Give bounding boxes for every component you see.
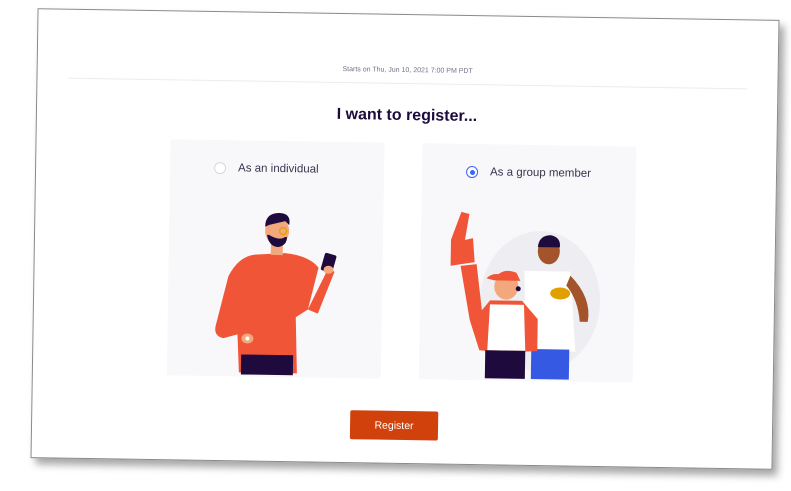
- registration-card: Starts on Thu, Jun 10, 2021 7:00 PM PDT …: [30, 8, 780, 470]
- divider: [67, 77, 748, 90]
- option-individual[interactable]: As an individual: [166, 139, 385, 379]
- radio-checked-icon[interactable]: [465, 165, 479, 179]
- option-individual-label: As an individual: [237, 162, 319, 176]
- option-group-label: As a group member: [489, 166, 592, 180]
- page-heading: I want to register...: [336, 105, 478, 126]
- group-illustration: [450, 211, 601, 380]
- option-individual-header[interactable]: As an individual: [213, 161, 319, 176]
- option-group-header[interactable]: As a group member: [465, 165, 592, 180]
- register-button[interactable]: Register: [349, 410, 439, 441]
- option-group[interactable]: As a group member: [418, 143, 637, 383]
- individual-illustration: [215, 213, 337, 376]
- screenshot-stage: Starts on Thu, Jun 10, 2021 7:00 PM PDT …: [0, 0, 791, 491]
- event-start-time: Starts on Thu, Jun 10, 2021 7:00 PM PDT: [342, 65, 473, 76]
- radio-unchecked-icon[interactable]: [213, 161, 227, 175]
